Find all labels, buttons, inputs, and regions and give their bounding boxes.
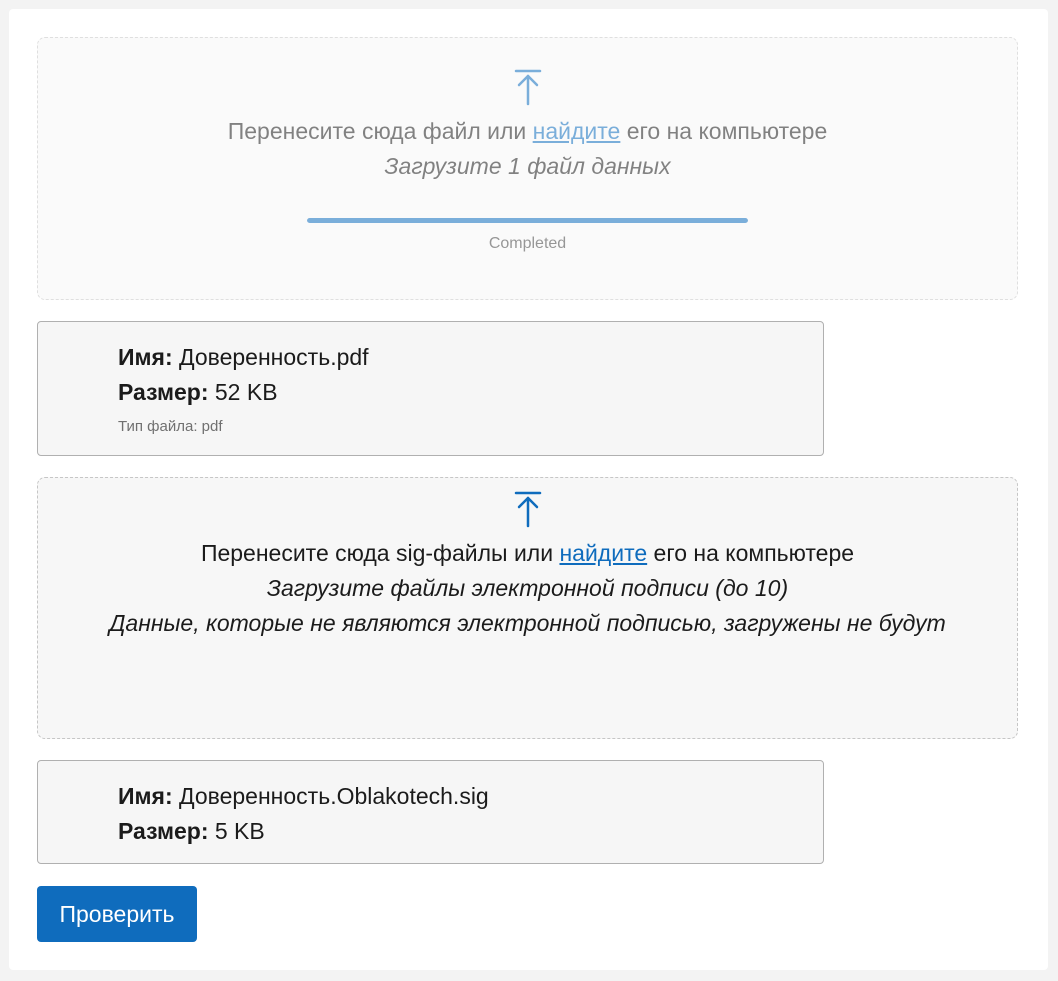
signature-dropzone[interactable]: Перенесите сюда sig-файлы или найдите ег… — [37, 477, 1018, 739]
browse-link[interactable]: найдите — [533, 118, 621, 144]
file-name-row: Имя: Доверенность.pdf — [118, 340, 823, 375]
file-size-label: Размер: — [118, 379, 209, 405]
file-size-value: 52 KB — [214, 379, 278, 405]
file-size-row: Размер: 52 KB — [118, 375, 823, 410]
dropzone-hint: Загрузите файлы электронной подписи (до … — [266, 575, 789, 601]
verify-button[interactable]: Проверить — [37, 886, 197, 942]
upload-arrow-icon — [514, 69, 541, 106]
file-name-row: Имя: Доверенность.Oblakotech.sig — [118, 779, 823, 814]
data-file-dropzone[interactable]: Перенесите сюда файл или найдите его на … — [37, 37, 1018, 300]
file-size-label: Размер: — [118, 818, 209, 844]
dropzone-instruction: Перенесите сюда sig-файлы или найдите ег… — [38, 536, 1017, 571]
data-file-info: Имя: Доверенность.pdf Размер: 52 KB Тип … — [37, 321, 824, 456]
instruction-text-after: его на компьютере — [620, 118, 828, 144]
file-name-label: Имя: — [118, 783, 173, 809]
dropzone-note: Данные, которые не являются электронной … — [109, 610, 946, 636]
upload-arrow-icon — [514, 491, 541, 528]
main-card: Перенесите сюда файл или найдите его на … — [9, 9, 1048, 970]
instruction-text-after: его на компьютере — [647, 540, 855, 566]
upload-progress-fill — [307, 218, 748, 223]
browse-link[interactable]: найдите — [559, 540, 647, 566]
signature-file-info: Имя: Доверенность.Oblakotech.sig Размер:… — [37, 760, 824, 864]
file-name-value: Доверенность.Oblakotech.sig — [179, 783, 489, 809]
file-size-value: 5 KB — [214, 818, 265, 844]
upload-progress-bar — [307, 218, 748, 223]
file-name-label: Имя: — [118, 344, 173, 370]
upload-progress-label: Completed — [488, 235, 567, 252]
instruction-text-before: Перенесите сюда sig-файлы или — [200, 540, 560, 566]
file-name-value: Доверенность.pdf — [179, 344, 369, 370]
file-size-row: Размер: 5 KB — [118, 814, 823, 849]
file-type: Тип файла: pdf — [118, 418, 223, 435]
instruction-text-before: Перенесите сюда файл или — [227, 118, 533, 144]
dropzone-hint: Загрузите 1 файл данных — [384, 153, 671, 179]
dropzone-instruction: Перенесите сюда файл или найдите его на … — [38, 114, 1017, 149]
